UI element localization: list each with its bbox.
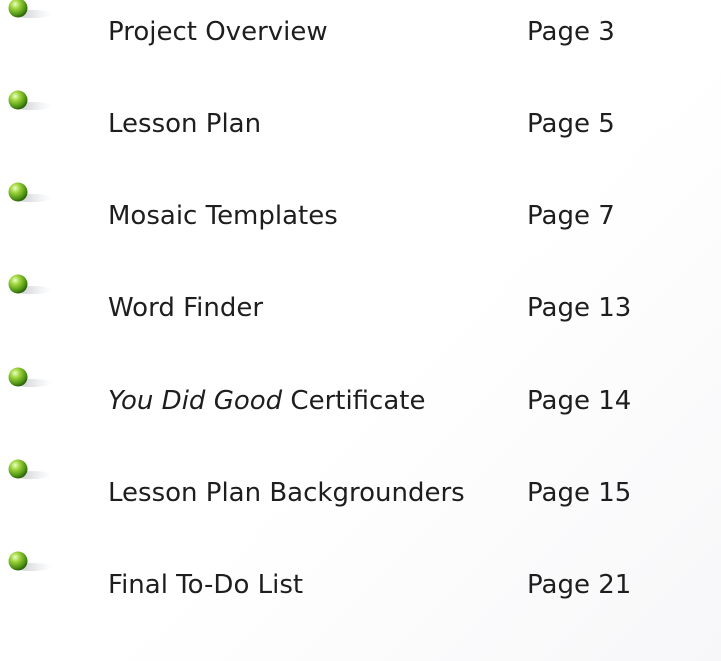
toc-entry-certificate[interactable]: You Did Good Certificate Page 14 — [0, 367, 721, 419]
toc-entry-title: Final To-Do List — [108, 570, 304, 600]
toc-entry-mosaic-templates[interactable]: Mosaic Templates Page 7 — [0, 182, 721, 234]
toc-entry-final-to-do-list[interactable]: Final To-Do List Page 21 — [0, 551, 721, 603]
table-of-contents: Project Overview Page 3 Lesson Plan Page… — [0, 0, 721, 661]
toc-entry-page: Page 7 — [527, 201, 615, 231]
toc-entry-title: Word Finder — [108, 293, 264, 323]
toc-entry-page: Page 15 — [527, 478, 632, 508]
toc-entry-title-rest: Certificate — [282, 386, 426, 416]
toc-entry-title: Project Overview — [108, 17, 328, 47]
toc-entry-project-overview[interactable]: Project Overview Page 3 — [0, 0, 721, 50]
green-ball-bullet-icon — [8, 459, 52, 479]
green-ball-bullet-icon — [8, 182, 52, 202]
toc-entry-page: Page 3 — [527, 17, 615, 47]
toc-entry-title: You Did Good Certificate — [108, 385, 425, 417]
toc-entry-word-finder[interactable]: Word Finder Page 13 — [0, 274, 721, 326]
toc-entry-lesson-plan[interactable]: Lesson Plan Page 5 — [0, 90, 721, 142]
toc-entry-title-italic: You Did Good — [108, 386, 283, 416]
toc-entry-page: Page 13 — [527, 293, 632, 323]
green-ball-bullet-icon — [8, 0, 52, 18]
toc-entry-title: Lesson Plan Backgrounders — [108, 478, 465, 508]
green-ball-bullet-icon — [8, 90, 52, 110]
green-ball-bullet-icon — [8, 367, 52, 387]
toc-entry-title: Mosaic Templates — [108, 201, 338, 231]
toc-entry-lesson-plan-backgrounders[interactable]: Lesson Plan Backgrounders Page 15 — [0, 459, 721, 511]
toc-entry-page: Page 5 — [527, 109, 615, 139]
toc-entry-page: Page 14 — [527, 386, 632, 416]
green-ball-bullet-icon — [8, 551, 52, 571]
toc-entry-title: Lesson Plan — [108, 109, 262, 139]
green-ball-bullet-icon — [8, 274, 52, 294]
toc-entry-page: Page 21 — [527, 570, 632, 600]
